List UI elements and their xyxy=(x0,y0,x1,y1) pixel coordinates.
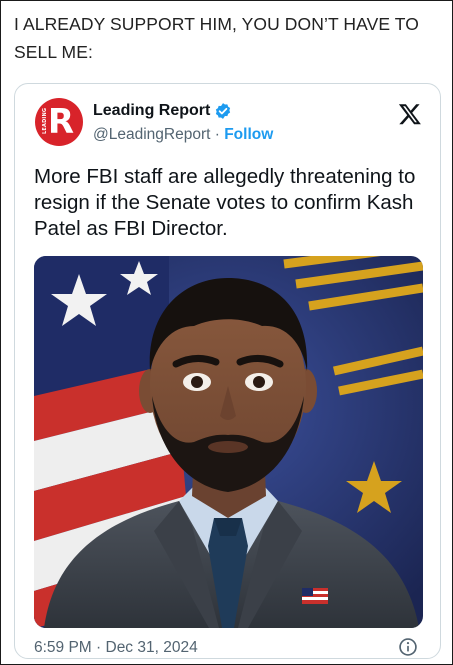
tweet-photo[interactable] xyxy=(34,256,423,628)
follow-button[interactable]: Follow xyxy=(224,126,273,143)
verified-badge-icon xyxy=(216,103,231,119)
info-icon[interactable] xyxy=(398,637,418,657)
author-handle[interactable]: @LeadingReport xyxy=(93,126,210,143)
avatar-letter: R xyxy=(47,102,75,142)
author-name[interactable]: Leading Report xyxy=(93,102,210,120)
meme-caption: I ALREADY SUPPORT HIM, YOU DON’T HAVE TO… xyxy=(14,14,419,62)
handle-row: @LeadingReport · Follow xyxy=(93,126,273,144)
avatar-side-text: LEADING xyxy=(42,107,48,134)
author-name-row: Leading Report xyxy=(93,102,232,120)
embedded-tweet-card[interactable]: LEADING R Leading Report @LeadingReport … xyxy=(14,83,441,659)
screenshot-frame: I ALREADY SUPPORT HIM, YOU DON’T HAVE TO… xyxy=(0,0,453,665)
x-logo-icon[interactable] xyxy=(398,102,422,126)
tweet-timestamp[interactable]: 6:59 PM · Dec 31, 2024 xyxy=(34,639,198,657)
handle-separator: · xyxy=(210,126,225,143)
tweet-text: More FBI staff are allegedly threatening… xyxy=(34,165,416,240)
author-avatar[interactable]: LEADING R xyxy=(35,98,83,146)
